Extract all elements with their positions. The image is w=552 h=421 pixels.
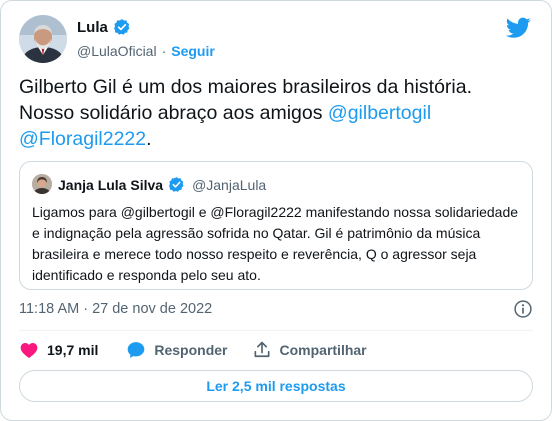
reply-button[interactable]: Responder	[126, 340, 228, 360]
share-icon	[254, 341, 269, 358]
tweet-text: Gilberto Gil é um dos maiores brasileiro…	[19, 74, 529, 152]
author-name-row: Lula	[77, 18, 131, 36]
tweet-line-1: Gilberto Gil é um dos maiores brasileiro…	[19, 76, 473, 98]
tweet-card: Lula @LulaOficial · Seguir Gilberto Gil …	[0, 0, 552, 421]
info-icon[interactable]	[513, 299, 533, 319]
like-button[interactable]: 19,7 mil	[19, 340, 98, 360]
separator-dot: ·	[161, 43, 167, 59]
quote-author-handle: @JanjaLula	[192, 176, 267, 193]
verified-badge-icon	[169, 177, 184, 192]
reply-label: Responder	[154, 342, 228, 358]
author-handle-row: @LulaOficial · Seguir	[77, 43, 215, 59]
verified-badge-icon	[113, 19, 130, 35]
author-handle[interactable]: @LulaOficial	[77, 43, 157, 59]
mention-floragil[interactable]: @Floragil2222	[19, 128, 146, 150]
tweet-timestamp[interactable]: 11:18 AM · 27 de nov de 2022	[19, 301, 212, 317]
twitter-bird-icon[interactable]	[506, 17, 531, 39]
mention-gilbertogil[interactable]: @gilbertogil	[328, 102, 431, 124]
quote-text: Ligamos para @gilbertogil e @Floragil222…	[32, 204, 519, 283]
tweet-line-2-text: Nosso solidário abraço aos amigos	[19, 102, 328, 124]
quote-author-name: Janja Lula Silva	[58, 176, 164, 193]
quote-header: Janja Lula Silva @JanjaLula	[58, 176, 266, 193]
divider	[19, 330, 533, 331]
like-count: 19,7 mil	[47, 342, 99, 358]
quoted-tweet[interactable]: Janja Lula Silva @JanjaLula Ligamos para…	[19, 161, 533, 290]
follow-button[interactable]: Seguir	[171, 43, 215, 59]
avatar[interactable]	[19, 15, 67, 63]
author-name[interactable]: Lula	[77, 19, 108, 36]
quote-avatar[interactable]	[32, 174, 52, 194]
share-label: Compartilhar	[279, 342, 367, 358]
tweet-suffix: .	[146, 128, 152, 150]
action-bar: 19,7 mil Responder Compartilhar	[19, 340, 367, 360]
share-button[interactable]: Compartilhar	[252, 340, 367, 360]
heart-icon	[20, 343, 38, 358]
read-replies-button[interactable]: Ler 2,5 mil respostas	[19, 370, 533, 402]
reply-bubble-icon	[128, 342, 145, 358]
